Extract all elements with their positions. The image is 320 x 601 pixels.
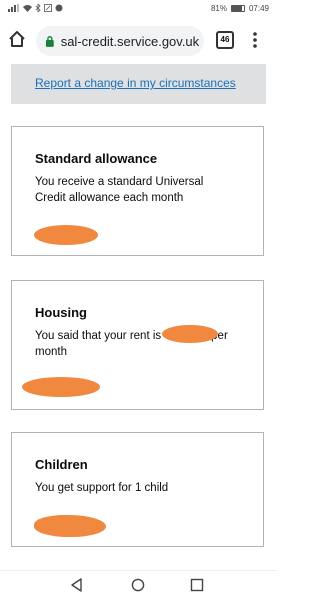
- housing-card: Housing You said that your rent is per mo…: [11, 280, 264, 410]
- lock-icon: [45, 35, 54, 47]
- card-title: Housing: [35, 305, 87, 320]
- status-icons-right: 81% 07:49: [211, 4, 269, 13]
- redaction-mark: [34, 515, 106, 537]
- standard-allowance-card: Standard allowance You receive a standar…: [11, 126, 264, 256]
- more-options-icon[interactable]: [252, 31, 258, 49]
- bluetooth-icon: [35, 4, 41, 12]
- rent-text-month: month: [35, 346, 67, 358]
- page-content: Report a change in my circumstances Stan…: [0, 64, 277, 570]
- signal-icon: [8, 4, 19, 12]
- browser-toolbar: sal-credit.service.gov.uk 46: [0, 18, 277, 65]
- redaction-mark: [34, 225, 98, 245]
- status-icons-left: [8, 4, 63, 12]
- recents-nav-icon[interactable]: [190, 578, 204, 592]
- card-text: You get support for 1 child: [35, 482, 169, 494]
- rent-text-start: You said that your rent is: [35, 330, 162, 342]
- wifi-icon: [23, 5, 32, 12]
- home-icon[interactable]: [8, 30, 26, 48]
- redaction-mark: [22, 377, 100, 397]
- battery-icon: [230, 5, 245, 12]
- redaction-mark: [162, 325, 218, 343]
- nfc-icon: [44, 4, 52, 12]
- status-bar: 81% 07:49: [0, 0, 277, 18]
- card-title: Standard allowance: [35, 151, 158, 166]
- card-text: You receive a standard Universal Credit …: [35, 176, 204, 204]
- address-bar[interactable]: sal-credit.service.gov.uk: [36, 26, 204, 56]
- children-card: Children You get support for 1 child: [11, 432, 264, 547]
- tab-switcher-button[interactable]: 46: [216, 31, 234, 49]
- message-icon: [55, 4, 63, 12]
- battery-percent: 81%: [210, 4, 227, 13]
- card-title: Children: [35, 457, 88, 472]
- home-nav-icon[interactable]: [131, 578, 145, 592]
- clock: 07:49: [248, 4, 269, 13]
- back-nav-icon[interactable]: [70, 578, 84, 592]
- url-text: sal-credit.service.gov.uk: [60, 33, 200, 49]
- report-change-link[interactable]: Report a change in my circumstances: [35, 76, 236, 90]
- report-change-panel: Report a change in my circumstances: [11, 64, 266, 104]
- system-nav-bar: [0, 570, 277, 601]
